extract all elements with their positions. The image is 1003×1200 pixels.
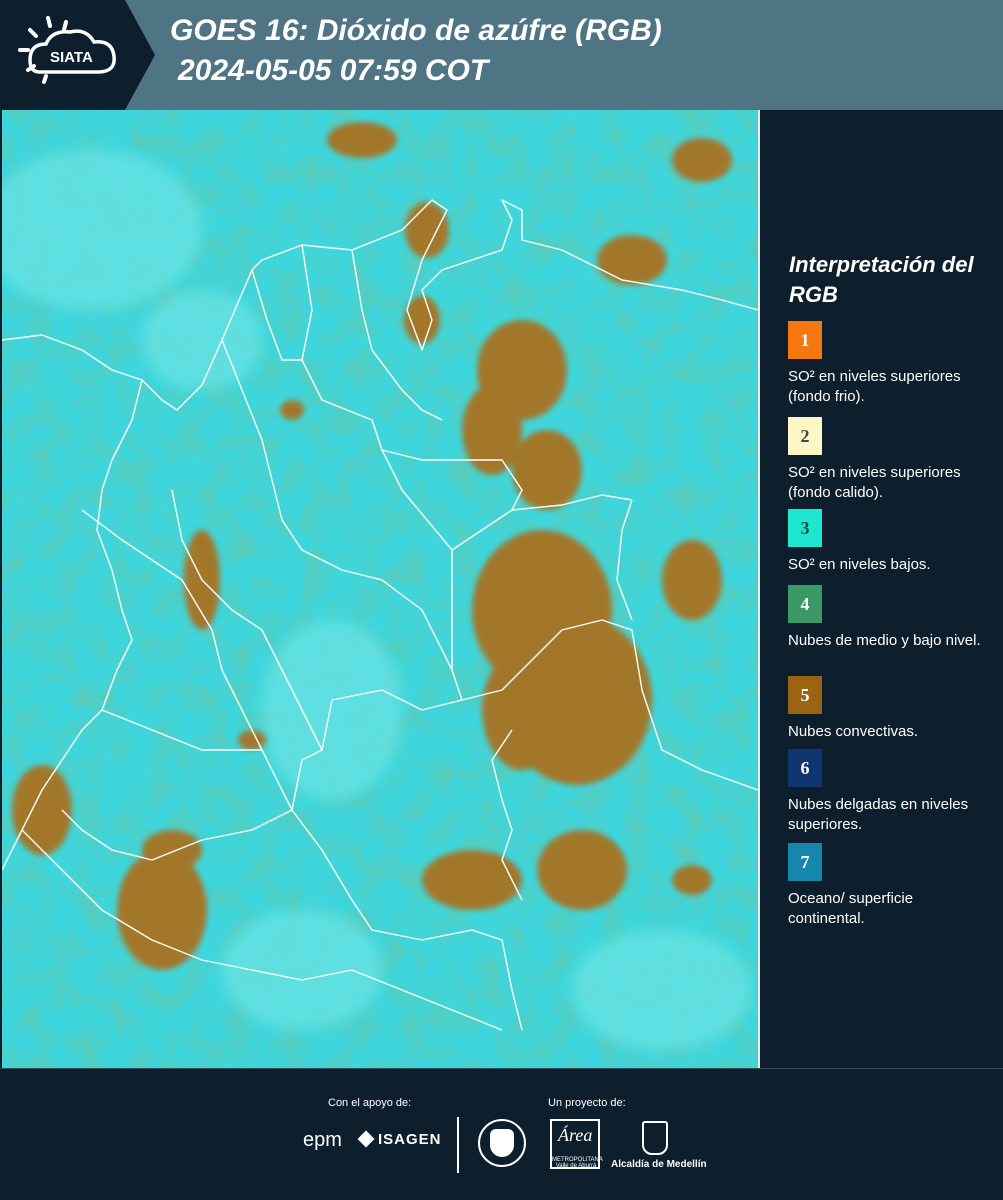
footer-divider [457, 1117, 459, 1173]
page-title: GOES 16: Dióxido de azúfre (RGB) [170, 14, 662, 47]
medellin-seal-icon [478, 1119, 526, 1167]
logo-text: SIATA [50, 49, 93, 66]
legend-swatch-1: 1 [788, 321, 822, 359]
support-label: Con el apoyo de: [328, 1097, 412, 1109]
satellite-map [2, 110, 760, 1068]
alcaldia-crest-icon [642, 1121, 668, 1155]
legend-label-4: Nubes de medio y bajo nivel. [788, 632, 981, 649]
timestamp-title: 2024-05-05 07:59 COT [178, 54, 489, 87]
isagen-icon [357, 1130, 375, 1148]
area-caption: METROPOLITANA Valle de Aburrá [552, 1157, 603, 1169]
legend-swatch-6: 6 [788, 749, 822, 787]
legend-label-5: Nubes convectivas. [788, 723, 919, 740]
legend-label-7: Oceano/ superficie continental. [788, 890, 914, 927]
rgb-legend: Interpretación del RGB 1 SO² en niveles … [760, 110, 1003, 1068]
legend-title: Interpretación del RGB [789, 252, 974, 307]
epm-logo: epm [303, 1129, 342, 1151]
legend-swatch-3: 3 [788, 509, 822, 547]
footer: Con el apoyo de: Un proyecto de: epm ISA… [0, 1068, 1003, 1200]
siata-logo: SIATA [0, 0, 155, 110]
legend-swatch-5: 5 [788, 676, 822, 714]
header-bar: SIATA GOES 16: Dióxido de azúfre (RGB) 2… [0, 0, 1003, 110]
alcaldia-label: Alcaldía de Medellín [611, 1159, 707, 1170]
project-label: Un proyecto de: [548, 1097, 626, 1109]
legend-swatch-7: 7 [788, 843, 822, 881]
legend-swatch-2: 2 [788, 417, 822, 455]
legend-label-3: SO² en niveles bajos. [788, 556, 931, 573]
legend-swatch-4: 4 [788, 585, 822, 623]
legend-label-2: SO² en niveles superiores (fondo calido)… [788, 464, 961, 501]
legend-label-6: Nubes delgadas en niveles superiores. [788, 796, 969, 833]
area-script: Área [558, 1125, 593, 1145]
legend-label-1: SO² en niveles superiores (fondo frio). [788, 368, 961, 405]
goes16-so2-page: SIATA GOES 16: Dióxido de azúfre (RGB) 2… [0, 0, 1003, 1200]
isagen-label: ISAGEN [378, 1131, 442, 1148]
isagen-logo: ISAGEN [357, 1130, 442, 1148]
